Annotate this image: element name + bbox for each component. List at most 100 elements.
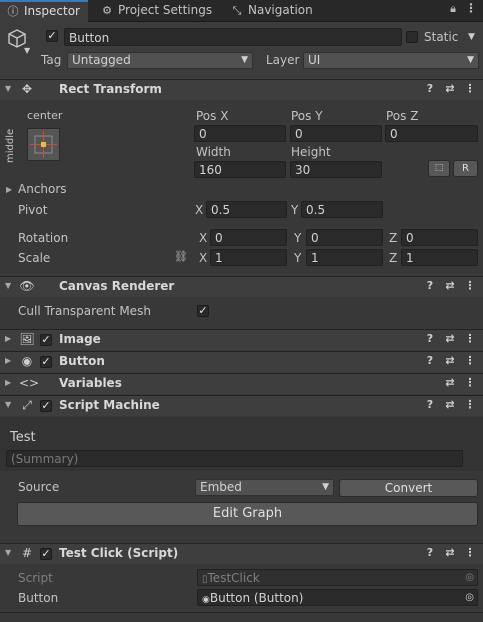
presets-icon[interactable]: ⇄ <box>443 545 457 561</box>
test-click-header[interactable]: ▼ # ✓ Test Click (Script) ? ⇄ ⋮ <box>0 543 483 564</box>
image-header[interactable]: ▶ 🖼︎ ✓ Image ? ⇄ ⋮ <box>0 329 483 350</box>
tab-inspector[interactable]: ⓘ Inspector <box>0 0 88 22</box>
layer-dropdown[interactable]: UI ▼ <box>303 52 479 69</box>
graph-title[interactable]: Test <box>10 430 36 445</box>
presets-icon[interactable]: ⇄ <box>443 278 457 294</box>
source-label: Source <box>18 480 60 494</box>
button-component-title: Button <box>59 354 105 368</box>
gameobject-header: ▼ ✓ Button Static ▼ Tag Untagged ▼ Layer … <box>0 22 483 81</box>
foldout-collapsed-icon[interactable]: ▶ <box>5 356 11 365</box>
tag-label: Tag <box>41 53 62 67</box>
anchor-preset-icon <box>30 131 57 158</box>
pos-x-field[interactable]: 0 <box>194 125 286 142</box>
scale-x-field[interactable]: 1 <box>210 249 287 266</box>
foldout-expanded-icon[interactable]: ▼ <box>5 281 11 290</box>
static-checkbox[interactable] <box>406 31 418 43</box>
icon-dropdown-arrow[interactable]: ▼ <box>24 46 30 55</box>
foldout-expanded-icon[interactable]: ▼ <box>5 548 11 557</box>
cull-transparent-mesh-checkbox[interactable]: ✓ <box>197 305 209 317</box>
gameobject-name-field[interactable]: Button <box>64 28 402 46</box>
foldout-collapsed-icon[interactable]: ▶ <box>5 334 11 343</box>
button-field-label: Button <box>18 591 59 605</box>
source-dropdown[interactable]: Embed ▼ <box>195 479 334 496</box>
presets-icon[interactable]: ⇄ <box>443 331 457 347</box>
scale-z-axis: Z <box>389 251 398 265</box>
more-options-icon[interactable]: ⋮ <box>463 81 477 97</box>
more-options-icon[interactable]: ⋮ <box>464 1 478 17</box>
width-label: Width <box>196 145 231 159</box>
help-icon[interactable]: ? <box>423 278 437 294</box>
anchor-h-label: center <box>27 109 63 122</box>
foldout-collapsed-icon[interactable]: ▶ <box>5 378 11 387</box>
foldout-expanded-icon[interactable]: ▼ <box>5 84 11 93</box>
more-options-icon[interactable]: ⋮ <box>463 353 477 369</box>
more-options-icon[interactable]: ⋮ <box>463 375 477 391</box>
rotation-x-field[interactable]: 0 <box>210 229 287 246</box>
static-dropdown-arrow[interactable]: ▼ <box>468 32 475 42</box>
more-options-icon[interactable]: ⋮ <box>463 545 477 561</box>
rect-transform-icon: ✥ <box>21 82 33 96</box>
tag-dropdown[interactable]: Untagged ▼ <box>67 52 253 69</box>
tab-project-settings[interactable]: ⚙ Project Settings <box>94 0 220 21</box>
rotation-y-field[interactable]: 0 <box>306 229 383 246</box>
object-picker-icon[interactable]: ◎ <box>465 590 474 605</box>
raw-edit-button[interactable]: R <box>453 160 478 177</box>
info-icon: ⓘ <box>7 5 19 18</box>
presets-icon[interactable]: ⇄ <box>443 353 457 369</box>
script-object-field: ▯TestClick ◎ <box>197 569 478 586</box>
active-checkbox[interactable]: ✓ <box>46 30 58 42</box>
anchor-preset-button[interactable] <box>27 128 60 161</box>
rotation-x-axis: X <box>199 231 208 245</box>
rect-transform-header[interactable]: ▼ ✥ Rect Transform ? ⇄ ⋮ <box>0 79 483 100</box>
cull-transparent-mesh-label: Cull Transparent Mesh <box>18 304 151 318</box>
anchors-label[interactable]: Anchors <box>18 182 67 196</box>
help-icon[interactable]: ? <box>423 545 437 561</box>
more-options-icon[interactable]: ⋮ <box>463 278 477 294</box>
test-click-title: Test Click (Script) <box>59 546 179 560</box>
graph-summary-field[interactable]: (Summary) <box>6 450 463 467</box>
presets-icon[interactable]: ⇄ <box>443 397 457 413</box>
pos-y-label: Pos Y <box>291 109 323 123</box>
scale-z-field[interactable]: 1 <box>401 249 478 266</box>
variables-header[interactable]: ▶ <> Variables ⇄ ⋮ <box>0 373 483 394</box>
script-machine-enabled-checkbox[interactable]: ✓ <box>40 400 52 412</box>
link-icon[interactable]: ⛓︎ <box>174 250 188 263</box>
more-options-icon[interactable]: ⋮ <box>463 397 477 413</box>
test-click-enabled-checkbox[interactable]: ✓ <box>40 548 52 560</box>
more-options-icon[interactable]: ⋮ <box>463 331 477 347</box>
object-picker-icon: ◎ <box>465 572 474 583</box>
script-graph-icon: ⤢ <box>22 398 32 412</box>
help-icon[interactable]: ? <box>423 397 437 413</box>
blueprint-mode-button[interactable]: ⬚ <box>428 160 450 177</box>
edit-graph-button[interactable]: Edit Graph <box>17 502 478 526</box>
presets-icon[interactable]: ⇄ <box>443 375 457 391</box>
button-enabled-checkbox[interactable]: ✓ <box>40 356 52 368</box>
button-component-icon: ◉ <box>202 595 210 605</box>
pivot-y-field[interactable]: 0.5 <box>301 201 383 218</box>
canvas-renderer-header[interactable]: ▼ 👁︎ Canvas Renderer ? ⇄ ⋮ <box>0 276 483 297</box>
help-icon[interactable]: ? <box>423 353 437 369</box>
pivot-x-field[interactable]: 0.5 <box>206 201 287 218</box>
help-icon[interactable]: ? <box>423 81 437 97</box>
tab-navigation[interactable]: ⤡ Navigation <box>224 0 321 21</box>
foldout-expanded-icon[interactable]: ▼ <box>5 400 11 409</box>
pos-y-field[interactable]: 0 <box>290 125 382 142</box>
scale-y-field[interactable]: 1 <box>306 249 383 266</box>
chevron-down-icon: ▼ <box>241 55 248 65</box>
width-field[interactable]: 160 <box>194 161 286 178</box>
script-machine-header[interactable]: ▼ ⤢ ✓ Script Machine ? ⇄ ⋮ <box>0 395 483 416</box>
image-enabled-checkbox[interactable]: ✓ <box>40 334 52 346</box>
help-icon[interactable]: ? <box>423 331 437 347</box>
height-field[interactable]: 30 <box>290 161 382 178</box>
pos-z-field[interactable]: 0 <box>385 125 478 142</box>
convert-button[interactable]: Convert <box>339 479 478 497</box>
button-component-icon: ◉ <box>21 354 33 368</box>
presets-icon[interactable]: ⇄ <box>443 81 457 97</box>
anchors-foldout-icon[interactable]: ▶ <box>6 185 12 194</box>
lock-icon[interactable]: 🔒︎ <box>446 2 460 18</box>
button-component-header[interactable]: ▶ ◉ ✓ Button ? ⇄ ⋮ <box>0 351 483 372</box>
gear-icon: ⚙ <box>102 4 112 17</box>
csharp-script-icon: # <box>21 546 33 560</box>
button-object-field[interactable]: ◉Button (Button) ◎ <box>197 589 478 606</box>
rotation-z-field[interactable]: 0 <box>401 229 478 246</box>
